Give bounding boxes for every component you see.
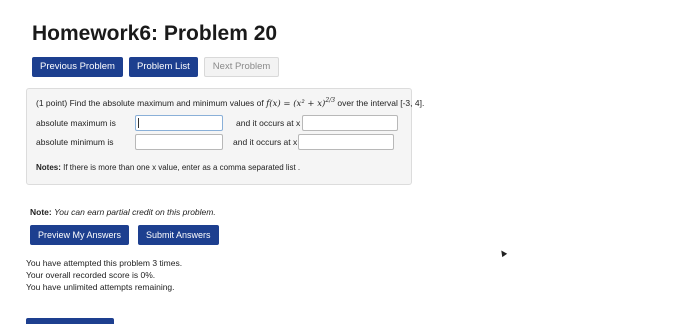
attempts-text: You have attempted this problem 3 times. (26, 258, 183, 268)
problem-points: (1 point) (36, 97, 68, 108)
function-base: f(x) = (x² + x) (266, 98, 326, 109)
remaining-text: You have unlimited attempts remaining. (26, 282, 175, 292)
attempt-status: You have attempted this problem 3 times.… (26, 257, 182, 293)
credit-text: You can earn partial credit on this prob… (54, 207, 216, 217)
max-label: absolute maximum is (36, 118, 116, 128)
problem-statement: (1 point) Find the absolute maximum and … (36, 97, 424, 109)
max-value-input[interactable] (135, 115, 223, 131)
function-formula: f(x) = (x² + x)2/3 (266, 97, 336, 109)
notes: Notes: If there is more than one x value… (36, 163, 300, 172)
problem-nav: Previous Problem Problem List Next Probl… (32, 57, 280, 77)
page-title: Homework6: Problem 20 (32, 22, 278, 45)
min-value-input[interactable] (135, 134, 223, 150)
preview-answers-button[interactable]: Preview My Answers (30, 225, 130, 245)
max-x-input[interactable] (302, 115, 398, 131)
credit-label: Note: (30, 207, 52, 217)
min-label: absolute minimum is (36, 137, 114, 147)
problem-panel: (1 point) Find the absolute maximum and … (26, 88, 424, 185)
partial-credit-note: Note: You can earn partial credit on thi… (30, 207, 216, 217)
submit-answers-button[interactable]: Submit Answers (138, 225, 219, 245)
previous-problem-button[interactable]: Previous Problem (32, 57, 123, 77)
problem-interval: over the interval [-3, 4]. (337, 97, 425, 108)
mouse-cursor-icon (498, 248, 508, 258)
score-text: Your overall recorded score is 0%. (26, 270, 156, 280)
text-caret (138, 118, 139, 128)
answer-actions: Preview My Answers Submit Answers (30, 225, 219, 245)
max-occurs-label: and it occurs at x = (236, 118, 308, 128)
next-problem-button: Next Problem (203, 57, 280, 77)
bottom-button-edge[interactable] (26, 318, 114, 324)
problem-list-button[interactable]: Problem List (128, 57, 198, 77)
notes-label: Notes: (36, 163, 61, 172)
problem-prompt: Find the absolute maximum and minimum va… (69, 97, 264, 108)
function-exponent: 2/3 (325, 97, 336, 104)
min-x-input[interactable] (298, 134, 394, 150)
notes-text: If there is more than one x value, enter… (63, 163, 301, 172)
min-occurs-label: and it occurs at x = (233, 137, 305, 147)
